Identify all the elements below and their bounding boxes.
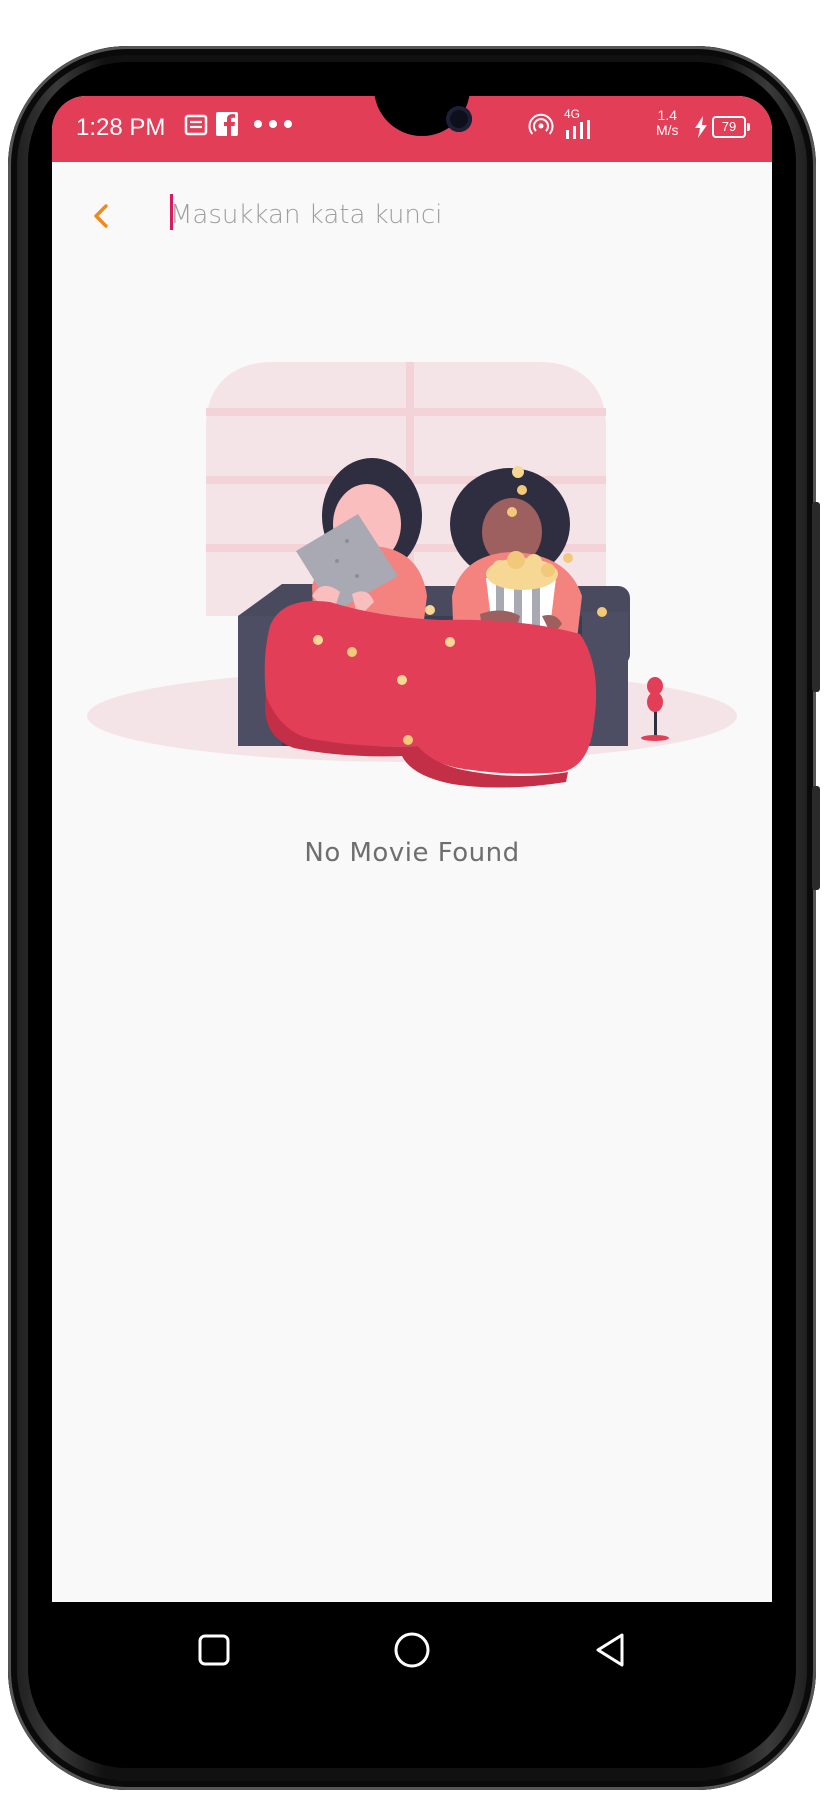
recent-apps-button[interactable] (192, 1628, 236, 1672)
signal-icon (566, 120, 590, 139)
volume-button (812, 502, 820, 692)
status-time: 1:28 PM (76, 114, 166, 141)
home-icon (394, 1632, 430, 1668)
back-triangle-icon (596, 1633, 624, 1667)
text-cursor (170, 194, 173, 230)
empty-state-message: No Movie Found (304, 838, 520, 868)
back-button[interactable] (82, 196, 122, 236)
net-speed: 1.4 M/s (656, 108, 679, 138)
net-speed-unit: M/s (656, 122, 679, 138)
chevron-left-icon (94, 204, 108, 228)
network-type: 4G (564, 107, 581, 121)
net-speed-value: 1.4 (657, 107, 678, 123)
home-button[interactable] (390, 1628, 434, 1672)
power-button (812, 786, 820, 890)
navigation-bar (52, 1602, 772, 1696)
more-notifications-icon (254, 120, 292, 128)
camera-lens (446, 106, 472, 132)
charging-icon (695, 116, 707, 138)
battery-icon: 79 (712, 116, 750, 138)
recent-apps-icon (198, 1634, 230, 1666)
hotspot-icon (528, 113, 554, 135)
empty-state-illustration (87, 362, 737, 788)
app-screen: 1:28 PM 4G 1.4 M/s 79 Masukkan kata kunc… (52, 96, 772, 1696)
nav-back-button[interactable] (588, 1628, 632, 1672)
search-input[interactable] (170, 192, 730, 238)
facebook-icon (216, 112, 238, 136)
message-icon (184, 114, 208, 136)
